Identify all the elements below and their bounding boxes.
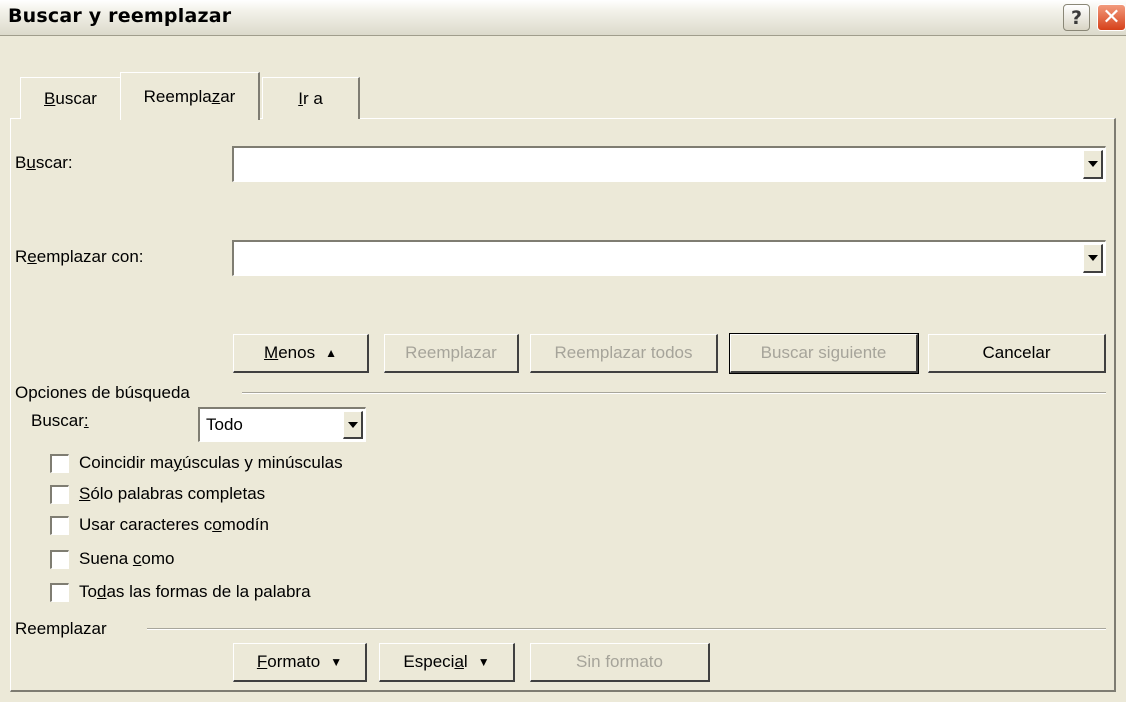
special-button[interactable]: Especial ▼	[379, 643, 515, 682]
find-replace-dialog: Buscar y reemplazar ? ✕ Buscar Reemplaza…	[0, 0, 1126, 702]
title-bar[interactable]: Buscar y reemplazar ? ✕	[0, 0, 1126, 36]
match-case-label[interactable]: Coincidir mayúsculas y minúsculas	[79, 453, 343, 473]
chevron-down-icon	[1087, 161, 1098, 167]
replace-dropdown-button[interactable]	[1083, 244, 1103, 273]
sounds-like-label[interactable]: Suena como	[79, 549, 174, 569]
tab-panel	[10, 118, 1116, 692]
tab-buscar[interactable]: Buscar	[20, 77, 122, 119]
search-options-heading: Opciones de búsqueda	[15, 383, 190, 402]
less-button[interactable]: Menos ▲	[233, 334, 369, 373]
scope-value: Todo	[206, 415, 243, 434]
tab-label: Ir a	[298, 88, 323, 108]
replace-combobox[interactable]	[232, 240, 1106, 276]
match-case-checkbox[interactable]	[50, 454, 69, 473]
format-button[interactable]: Formato ▼	[233, 643, 367, 682]
help-icon: ?	[1070, 6, 1083, 29]
find-next-button[interactable]: Buscar siguiente	[729, 333, 919, 374]
wildcards-label[interactable]: Usar caracteres comodín	[79, 515, 269, 535]
help-button[interactable]: ?	[1063, 4, 1090, 31]
no-format-button[interactable]: Sin formato	[530, 643, 710, 682]
replace-section-heading: Reemplazar	[15, 619, 107, 638]
window-title: Buscar y reemplazar	[8, 5, 232, 27]
cancel-button[interactable]: Cancelar	[928, 334, 1106, 373]
scope-label: Buscar:	[31, 411, 89, 430]
find-dropdown-button[interactable]	[1083, 150, 1103, 179]
whole-words-label[interactable]: Sólo palabras completas	[79, 484, 265, 504]
search-options-divider	[242, 392, 1106, 394]
all-word-forms-checkbox[interactable]	[50, 583, 69, 602]
replace-button[interactable]: Reemplazar	[384, 334, 519, 373]
all-word-forms-label[interactable]: Todas las formas de la palabra	[79, 582, 311, 602]
tab-label: Reemplazar	[143, 86, 236, 106]
wildcards-checkbox[interactable]	[50, 516, 69, 535]
sounds-like-checkbox[interactable]	[50, 550, 69, 569]
dropdown-arrow-icon: ▼	[477, 655, 490, 669]
chevron-down-icon	[347, 421, 358, 428]
find-next-label: Buscar siguiente	[760, 343, 887, 362]
no-format-label: Sin formato	[576, 652, 663, 671]
find-label: Buscar:	[15, 153, 73, 172]
special-label: Especial	[403, 652, 468, 671]
format-label: Formato	[256, 652, 321, 671]
tab-label: Buscar	[44, 88, 97, 108]
chevron-down-icon	[1087, 255, 1098, 261]
close-button[interactable]: ✕	[1097, 4, 1126, 31]
tab-reemplazar[interactable]: Reemplazar	[120, 72, 260, 120]
replace-section-divider	[147, 628, 1106, 630]
replace-label: Reemplazar con:	[15, 247, 144, 266]
find-combobox[interactable]	[232, 146, 1106, 182]
dropdown-arrow-icon: ▼	[330, 655, 343, 669]
less-label: Menos	[264, 343, 316, 362]
close-icon: ✕	[1102, 5, 1121, 30]
tab-ir-a[interactable]: Ir a	[262, 77, 360, 119]
scope-select[interactable]: Todo	[198, 407, 366, 442]
cancel-label: Cancelar	[982, 343, 1051, 362]
chevron-up-icon: ▲	[325, 346, 337, 360]
scope-dropdown-button[interactable]	[343, 411, 363, 439]
whole-words-checkbox[interactable]	[50, 485, 69, 504]
replace-all-label: Reemplazar todos	[554, 343, 693, 362]
replace-all-button[interactable]: Reemplazar todos	[530, 334, 718, 373]
replace-button-label: Reemplazar	[405, 343, 497, 362]
